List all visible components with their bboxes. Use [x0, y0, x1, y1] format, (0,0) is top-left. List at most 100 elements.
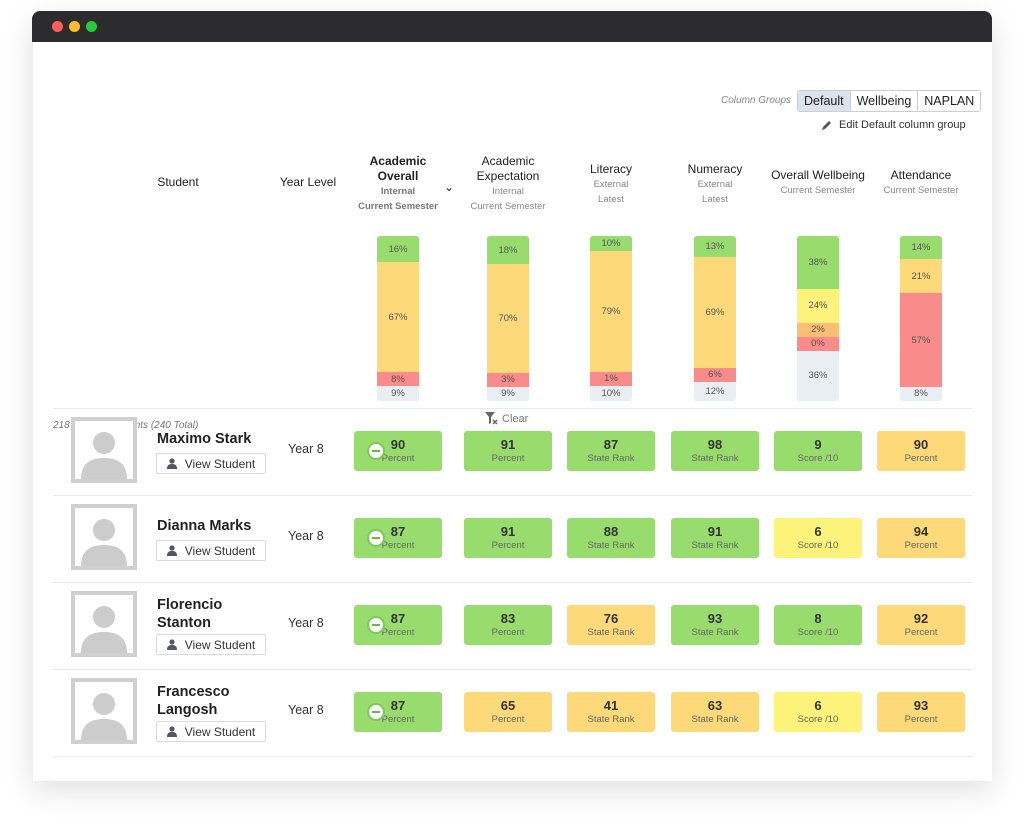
minus-circle-icon[interactable]	[367, 616, 385, 634]
distribution-segment-green[interactable]: 13%	[694, 236, 736, 257]
score-cell[interactable]: 87 Percent	[354, 605, 442, 645]
minus-circle-icon[interactable]	[367, 529, 385, 547]
distribution-segment-grey[interactable]: 12%	[694, 381, 736, 401]
score-cell[interactable]: 91 Percent	[464, 518, 552, 558]
minimize-window-button[interactable]	[69, 21, 80, 32]
score-cell[interactable]: 93 State Rank	[671, 605, 759, 645]
student-header[interactable]: Student	[133, 175, 223, 190]
column-header-4[interactable]: Overall Wellbeing Current Semester	[763, 168, 873, 198]
year-level-header[interactable]: Year Level	[268, 175, 348, 190]
distribution-segment-amber[interactable]: 21%	[900, 258, 942, 294]
view-student-button[interactable]: View Student	[156, 634, 266, 655]
distribution-segment-red[interactable]: 6%	[694, 367, 736, 382]
distribution-bar[interactable]: 18% 70% 3% 9%	[487, 236, 529, 401]
distribution-segment-grey[interactable]: 10%	[590, 385, 632, 401]
distribution-segment-amber[interactable]: 70%	[487, 264, 529, 373]
distribution-segment-red[interactable]: 1%	[590, 371, 632, 386]
distribution-bar[interactable]: 16% 67% 8% 9%	[377, 236, 419, 401]
score-value: 9	[814, 437, 822, 452]
score-value: 65	[500, 698, 516, 713]
person-silhouette-icon	[75, 421, 133, 479]
distribution-segment-red[interactable]: 0%	[797, 336, 839, 351]
score-cell[interactable]: 91 State Rank	[671, 518, 759, 558]
edit-column-group-link[interactable]: Edit Default column group	[821, 119, 966, 131]
distribution-bar[interactable]: 13% 69% 6% 12%	[694, 236, 736, 401]
distribution-segment-amber[interactable]: 79%	[590, 251, 632, 372]
score-cell[interactable]: 94 Percent	[877, 518, 965, 558]
distribution-bar[interactable]: 10% 79% 1% 10%	[590, 236, 632, 401]
clear-filter-button[interactable]: Clear	[485, 412, 528, 425]
student-name[interactable]: Maximo Stark	[157, 430, 277, 448]
title-bar	[32, 11, 992, 42]
view-student-button[interactable]: View Student	[156, 453, 266, 474]
score-cell[interactable]: 98 State Rank	[671, 431, 759, 471]
score-cell[interactable]: 92 Percent	[877, 605, 965, 645]
maximize-window-button[interactable]	[86, 21, 97, 32]
score-cell[interactable]: 91 Percent	[464, 431, 552, 471]
score-cell[interactable]: 83 Percent	[464, 605, 552, 645]
distribution-segment-grey[interactable]: 9%	[487, 386, 529, 401]
distribution-bar[interactable]: 38% 24% 2% 0% 36%	[797, 236, 839, 401]
distribution-bar[interactable]: 14% 21% 57% 8%	[900, 236, 942, 401]
score-cell[interactable]: 9 Score /10	[774, 431, 862, 471]
score-value: 87	[603, 437, 619, 452]
column-header-2[interactable]: Literacy External Latest	[556, 162, 666, 207]
score-cell[interactable]: 87 Percent	[354, 692, 442, 732]
distribution-segment-grey[interactable]: 9%	[377, 386, 419, 401]
user-icon	[166, 458, 177, 469]
distribution-segment-grey[interactable]: 8%	[900, 386, 942, 401]
column-group-naplan[interactable]: NAPLAN	[917, 91, 981, 111]
score-cell[interactable]: 87 State Rank	[567, 431, 655, 471]
column-header-1[interactable]: Academic Expectation Internal Current Seme…	[453, 154, 563, 214]
score-cell[interactable]: 88 State Rank	[567, 518, 655, 558]
column-group-default[interactable]: Default	[798, 91, 850, 111]
student-name[interactable]: Francesco Langosh	[157, 683, 277, 719]
distribution-segment-green[interactable]: 18%	[487, 236, 529, 265]
distribution-segment-green[interactable]: 10%	[590, 236, 632, 252]
student-name[interactable]: Dianna Marks	[157, 517, 277, 535]
column-source: Internal	[492, 186, 524, 197]
score-cell[interactable]: 63 State Rank	[671, 692, 759, 732]
distribution-segment-amber[interactable]: 69%	[694, 256, 736, 368]
distribution-segment-red[interactable]: 57%	[900, 293, 942, 387]
column-header-3[interactable]: Numeracy External Latest	[660, 162, 770, 207]
view-student-label: View Student	[184, 543, 256, 558]
column-header-5[interactable]: Attendance Current Semester	[866, 168, 976, 198]
column-header-0[interactable]: Academic Overall Internal Current Semester	[343, 154, 453, 214]
score-value: 91	[500, 437, 516, 452]
score-cell[interactable]: 90 Percent	[877, 431, 965, 471]
score-cell[interactable]: 65 Percent	[464, 692, 552, 732]
minus-circle-icon[interactable]	[367, 442, 385, 460]
user-icon	[166, 639, 177, 650]
view-student-label: View Student	[184, 456, 256, 471]
minus-circle-icon[interactable]	[367, 703, 385, 721]
distribution-segment-green[interactable]: 38%	[797, 236, 839, 290]
score-unit: Score /10	[797, 453, 839, 464]
score-cell[interactable]: 93 Percent	[877, 692, 965, 732]
column-group-wellbeing[interactable]: Wellbeing	[849, 91, 918, 111]
distribution-segment-red[interactable]: 8%	[377, 372, 419, 387]
distribution-segment-amber[interactable]: 67%	[377, 262, 419, 373]
distribution-segment-yellow[interactable]: 24%	[797, 289, 839, 323]
score-cell[interactable]: 6 Score /10	[774, 518, 862, 558]
score-cell[interactable]: 76 State Rank	[567, 605, 655, 645]
score-value: 6	[814, 698, 822, 713]
score-cell[interactable]: 6 Score /10	[774, 692, 862, 732]
distribution-segment-red[interactable]: 3%	[487, 372, 529, 387]
distribution-segment-green[interactable]: 16%	[377, 236, 419, 263]
student-name[interactable]: Florencio Stanton	[157, 596, 277, 632]
view-student-button[interactable]: View Student	[156, 721, 266, 742]
score-cell[interactable]: 87 Percent	[354, 518, 442, 558]
distribution-segment-green[interactable]: 14%	[900, 236, 942, 259]
distribution-segment-grey[interactable]: 36%	[797, 350, 839, 401]
distribution-segment-orange[interactable]: 2%	[797, 322, 839, 337]
view-student-button[interactable]: View Student	[156, 540, 266, 561]
score-cell[interactable]: 90 Percent	[354, 431, 442, 471]
view-student-label: View Student	[184, 724, 256, 739]
close-window-button[interactable]	[52, 21, 63, 32]
score-cell[interactable]: 8 Score /10	[774, 605, 862, 645]
score-value: 94	[913, 524, 929, 539]
column-title: Numeracy	[687, 162, 743, 176]
column-title: Academic Overall	[369, 154, 427, 183]
score-cell[interactable]: 41 State Rank	[567, 692, 655, 732]
